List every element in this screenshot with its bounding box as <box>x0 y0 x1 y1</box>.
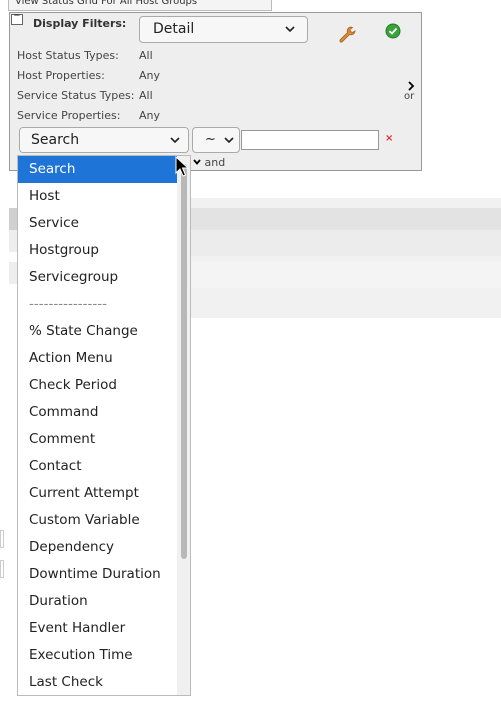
search-field-select[interactable]: Search <box>19 127 189 153</box>
host-status-types-label: Host Status Types: <box>17 49 119 62</box>
service-status-types-value[interactable]: All <box>139 89 153 102</box>
wrench-icon[interactable] <box>337 25 357 45</box>
service-status-types-label: Service Status Types: <box>17 89 135 102</box>
dropdown-option[interactable]: Command <box>18 399 178 426</box>
host-properties-label: Host Properties: <box>17 69 105 82</box>
dropdown-option[interactable]: Check Period <box>18 372 178 399</box>
chevron-down-icon <box>193 159 201 165</box>
dropdown-option[interactable]: Downtime Duration <box>18 561 178 588</box>
dropdown-scrollbar[interactable] <box>177 156 190 695</box>
dropdown-option[interactable]: Service <box>18 210 178 237</box>
chevron-down-icon <box>285 17 295 51</box>
dropdown-option[interactable]: Last Check <box>18 669 178 695</box>
service-properties-label: Service Properties: <box>17 109 121 122</box>
background-checkbox <box>0 560 4 578</box>
dropdown-option[interactable]: Custom Variable <box>18 507 178 534</box>
apply-check-icon[interactable] <box>385 23 401 39</box>
background-checkbox <box>0 530 4 548</box>
and-selector[interactable]: and <box>193 156 225 169</box>
dropdown-option[interactable]: Event Handler <box>18 615 178 642</box>
view-type-select[interactable]: Detail <box>139 16 308 43</box>
dropdown-option[interactable]: Search <box>18 156 178 183</box>
search-field-value: Search <box>31 132 80 148</box>
dropdown-option[interactable]: Comment <box>18 426 178 453</box>
dropdown-option[interactable]: Servicegroup <box>18 264 178 291</box>
dropdown-option[interactable]: Dependency <box>18 534 178 561</box>
collapse-toggle-icon[interactable]: ▔ <box>11 14 23 25</box>
dropdown-option[interactable]: Current Attempt <box>18 480 178 507</box>
panel-title: Display Filters: <box>33 17 127 30</box>
clear-icon[interactable]: × <box>385 133 393 144</box>
operator-value: ~ <box>205 132 216 147</box>
dropdown-option[interactable]: Contact <box>18 453 178 480</box>
operator-select[interactable]: ~ <box>192 127 240 153</box>
background-table-header <box>190 208 501 230</box>
mouse-cursor-icon <box>175 156 189 177</box>
host-status-types-value[interactable]: All <box>139 49 153 62</box>
and-label: and <box>204 156 226 169</box>
dropdown-scrollbar-thumb[interactable] <box>181 164 187 559</box>
view-type-value: Detail <box>153 21 195 37</box>
service-properties-value[interactable]: Any <box>139 109 160 122</box>
dropdown-separator: ---------------- <box>29 296 107 312</box>
background-tab-title[interactable]: View Status Grid For All Host Groups <box>8 0 272 11</box>
dropdown-option[interactable]: Duration <box>18 588 178 615</box>
dropdown-option[interactable]: % State Change <box>18 318 178 345</box>
dropdown-option[interactable]: Host <box>18 183 178 210</box>
or-label: or <box>404 91 415 102</box>
background-table-row <box>190 262 501 288</box>
search-field-dropdown[interactable]: Search Host Service Hostgroup Servicegro… <box>17 155 191 696</box>
dropdown-option[interactable]: Execution Time <box>18 642 178 669</box>
filter-value-input[interactable] <box>241 130 379 150</box>
host-properties-value[interactable]: Any <box>139 69 160 82</box>
chevron-down-icon <box>224 128 234 161</box>
dropdown-option[interactable]: Action Menu <box>18 345 178 372</box>
dropdown-option[interactable]: Hostgroup <box>18 237 178 264</box>
background-table-row <box>190 230 501 256</box>
